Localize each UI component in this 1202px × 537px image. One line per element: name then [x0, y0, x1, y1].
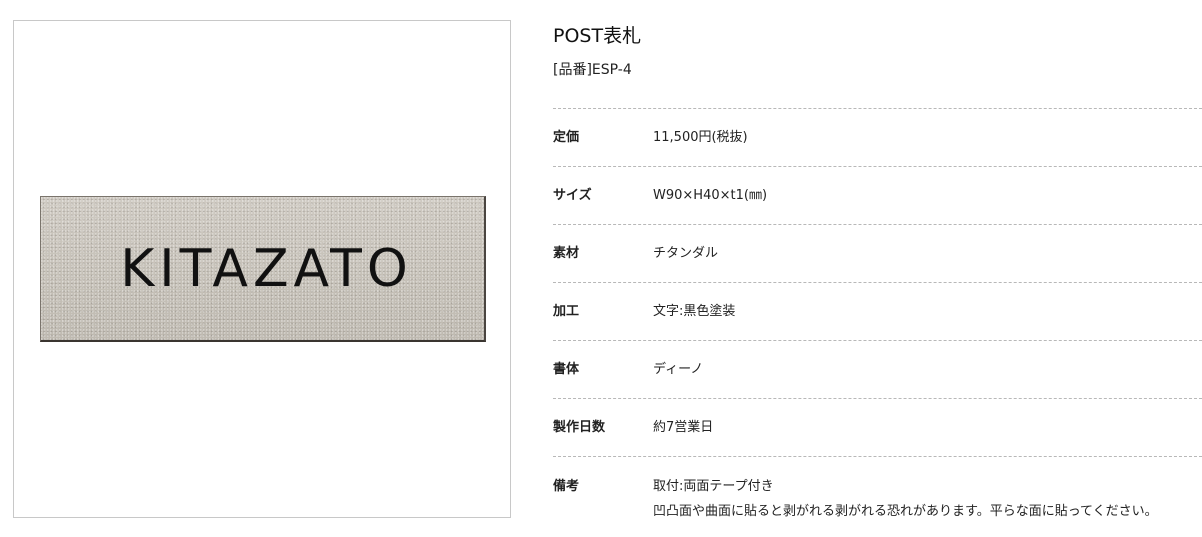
spec-value: W90×H40×t1(㎜) — [653, 188, 768, 203]
spec-value: チタンダル — [653, 246, 719, 261]
product-info: POST表札 [品番]ESP-4 定価 11,500円(税抜) サイズ W90×… — [553, 22, 1202, 519]
spec-value: 11,500円(税抜) — [653, 130, 748, 145]
spec-row-typeface: 書体 ディーノ — [553, 341, 1202, 399]
spec-label: 素材 — [553, 246, 580, 261]
product-code: [品番]ESP-4 — [553, 62, 632, 78]
nameplate-engraved-text: KITAZATO — [120, 238, 413, 299]
spec-label: 書体 — [553, 362, 580, 377]
spec-label: 製作日数 — [553, 420, 606, 435]
spec-value: 約7営業日 — [653, 420, 714, 435]
spec-label: サイズ — [553, 188, 592, 203]
spec-table: 定価 11,500円(税抜) サイズ W90×H40×t1(㎜) 素材 チタンダ… — [553, 108, 1202, 537]
spec-note-line: 取付:両面テープ付き — [653, 479, 774, 494]
product-image-frame: KITAZATO — [13, 20, 511, 518]
spec-value: 取付:両面テープ付き 凹凸面や曲面に貼ると剥がれる剥がれる恐れがあります。平らな… — [653, 474, 1158, 524]
spec-row-price: 定価 11,500円(税抜) — [553, 109, 1202, 167]
spec-note-line: 凹凸面や曲面に貼ると剥がれる剥がれる恐れがあります。平らな面に貼ってください。 — [653, 504, 1158, 519]
spec-value: 文字:黒色塗装 — [653, 304, 736, 319]
spec-row-notes: 備考 取付:両面テープ付き 凹凸面や曲面に貼ると剥がれる剥がれる恐れがあります。… — [553, 457, 1202, 537]
spec-label: 備考 — [553, 479, 580, 494]
spec-row-size: サイズ W90×H40×t1(㎜) — [553, 167, 1202, 225]
nameplate-image: KITAZATO — [40, 196, 486, 342]
spec-row-processing: 加工 文字:黒色塗装 — [553, 283, 1202, 341]
product-title: POST表札 — [553, 25, 642, 47]
spec-label: 加工 — [553, 304, 580, 319]
spec-row-production-days: 製作日数 約7営業日 — [553, 399, 1202, 457]
spec-label: 定価 — [553, 130, 580, 145]
spec-row-material: 素材 チタンダル — [553, 225, 1202, 283]
spec-value: ディーノ — [653, 362, 704, 377]
